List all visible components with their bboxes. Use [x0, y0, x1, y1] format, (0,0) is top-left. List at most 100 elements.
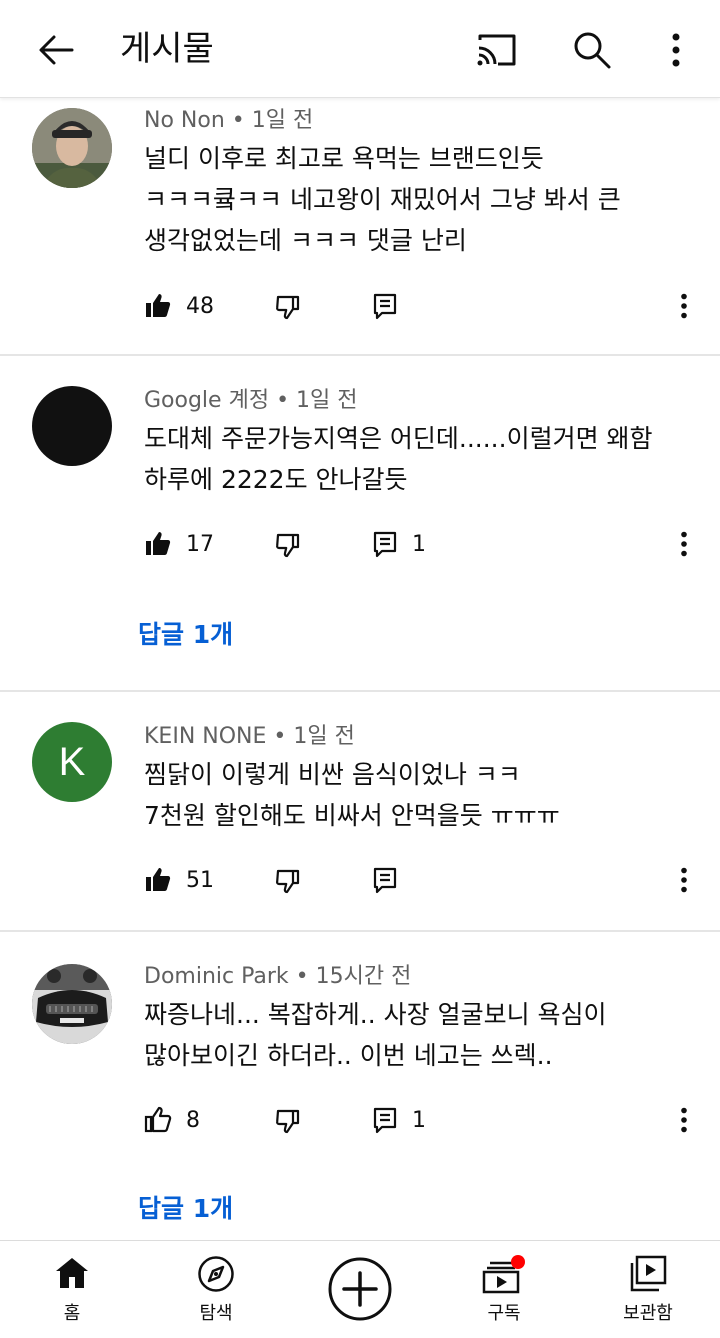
arrow-left-icon — [39, 35, 74, 65]
more-vert-icon — [681, 867, 687, 893]
meta-separator: • — [273, 724, 287, 749]
add-circle-icon — [328, 1257, 392, 1321]
reply-button[interactable] — [372, 286, 412, 326]
reply-count: 1 — [412, 1107, 426, 1133]
comment-meta: No Non • 1일 전 — [144, 106, 313, 136]
home-icon — [56, 1258, 88, 1288]
comment-item: Dominic Park • 15시간 전 짜증나네... 복잡하게.. 사장 … — [0, 932, 720, 1238]
author-name[interactable]: No Non — [144, 108, 225, 133]
avatar[interactable] — [32, 386, 112, 466]
thumbs-down-icon — [276, 533, 300, 558]
comment-more-button[interactable] — [670, 860, 698, 900]
comment-item: Google 계정 • 1일 전 도대체 주문가능지역은 어딘데......이럴… — [0, 356, 720, 692]
soldier-photo-icon — [32, 108, 112, 188]
avatar[interactable] — [32, 964, 112, 1044]
comment-meta: Google 계정 • 1일 전 — [144, 386, 358, 416]
comment-time: 15시간 전 — [315, 964, 412, 989]
dislike-button[interactable] — [274, 860, 302, 900]
reply-count: 1 — [412, 531, 426, 557]
comment-reply-icon — [373, 867, 397, 894]
comment-actions: 8 1 — [144, 1100, 704, 1140]
comment-reply-icon — [373, 293, 397, 320]
reply-button[interactable] — [372, 860, 412, 900]
compass-icon — [198, 1256, 234, 1292]
comment-text: 도대체 주문가능지역은 어딘데......이럴거면 왜함 하루에 2222도 안… — [144, 424, 653, 494]
nav-library[interactable]: 보관함 — [576, 1241, 720, 1338]
comment-actions: 17 1 — [144, 524, 704, 564]
comment-time: 1일 전 — [251, 108, 314, 133]
like-button[interactable]: 48 — [144, 286, 214, 326]
avatar[interactable] — [32, 108, 112, 188]
avatar-letter: K — [58, 739, 86, 784]
meta-separator: • — [276, 388, 290, 413]
comment-meta: Dominic Park • 15시간 전 — [144, 962, 411, 992]
nav-subscriptions[interactable]: 구독 — [432, 1241, 576, 1338]
thumbs-down-icon — [276, 295, 300, 320]
author-name[interactable]: KEIN NONE — [144, 724, 266, 749]
like-count: 17 — [186, 531, 214, 557]
more-vert-icon — [672, 33, 680, 67]
thumbs-down-icon — [276, 1109, 300, 1134]
reply-button[interactable]: 1 — [372, 1100, 426, 1140]
comment-more-button[interactable] — [670, 1100, 698, 1140]
thumbs-up-filled-icon — [146, 294, 171, 317]
thumbs-up-filled-icon — [146, 868, 171, 891]
view-replies-link[interactable]: 답글 1개 — [138, 1192, 233, 1226]
car-photo-icon — [32, 964, 112, 1044]
meta-separator: • — [295, 964, 309, 989]
nav-create[interactable] — [288, 1241, 432, 1338]
subscriptions-icon — [482, 1255, 525, 1294]
view-replies-link[interactable]: 답글 1개 — [138, 618, 233, 652]
nav-subscriptions-label: 구독 — [487, 1303, 521, 1324]
nav-home[interactable]: 홈 — [0, 1241, 144, 1338]
bottom-navigation: 홈 탐색 구독 보관함 — [0, 1240, 720, 1338]
author-name[interactable]: Google 계정 — [144, 388, 269, 413]
more-options-button[interactable] — [648, 22, 704, 78]
more-vert-icon — [681, 531, 687, 557]
dislike-button[interactable] — [274, 1100, 302, 1140]
back-button[interactable] — [28, 22, 84, 78]
library-icon — [630, 1255, 667, 1292]
comment-item: No Non • 1일 전 널디 이후로 최고로 욕먹는 브랜드인듯 ㅋㅋㅋ큨ㅋ… — [0, 98, 720, 356]
like-count: 8 — [186, 1107, 200, 1133]
comment-meta: KEIN NONE • 1일 전 — [144, 722, 355, 752]
comment-more-button[interactable] — [670, 286, 698, 326]
like-button[interactable]: 17 — [144, 524, 214, 564]
nav-home-label: 홈 — [63, 1303, 81, 1324]
comment-actions: 51 — [144, 860, 704, 900]
thumbs-up-filled-icon — [146, 532, 171, 555]
thumbs-down-icon — [276, 869, 300, 894]
page-title: 게시물 — [120, 29, 214, 69]
dislike-button[interactable] — [274, 286, 302, 326]
comment-time: 1일 전 — [293, 724, 355, 749]
meta-separator: • — [231, 108, 245, 133]
nav-explore[interactable]: 탐색 — [144, 1241, 288, 1338]
dislike-button[interactable] — [274, 524, 302, 564]
comment-time: 1일 전 — [296, 388, 358, 413]
nav-library-label: 보관함 — [623, 1303, 673, 1324]
like-count: 51 — [186, 867, 214, 893]
comment-text: 짜증나네... 복잡하게.. 사장 얼굴보니 욕심이 많아보이긴 하더라.. 이… — [144, 1000, 607, 1070]
comment-item: K KEIN NONE • 1일 전 찜닭이 이렇게 비싼 음식이었나 ㅋㅋ 7… — [0, 692, 720, 932]
cast-icon — [477, 34, 516, 66]
more-vert-icon — [681, 293, 687, 319]
like-count: 48 — [186, 293, 214, 319]
comment-text: 찜닭이 이렇게 비싼 음식이었나 ㅋㅋ 7천원 할인해도 비싸서 안먹을듯 ㅠㅠ… — [144, 760, 560, 830]
app-header: 게시물 — [0, 0, 720, 98]
like-button[interactable]: 8 — [144, 1100, 200, 1140]
cast-button[interactable] — [468, 22, 524, 78]
search-button[interactable] — [564, 22, 620, 78]
like-button[interactable]: 51 — [144, 860, 214, 900]
comment-text: 널디 이후로 최고로 욕먹는 브랜드인듯 ㅋㅋㅋ큨ㅋㅋ 네고왕이 재밌어서 그냥… — [144, 144, 621, 255]
comment-reply-icon — [373, 1107, 397, 1134]
nav-explore-label: 탐색 — [199, 1303, 233, 1324]
comment-reply-icon — [373, 531, 397, 558]
more-vert-icon — [681, 1107, 687, 1133]
author-name[interactable]: Dominic Park — [144, 964, 289, 989]
avatar[interactable]: K — [32, 722, 112, 802]
thumbs-up-icon — [144, 1106, 172, 1133]
comment-more-button[interactable] — [670, 524, 698, 564]
reply-button[interactable]: 1 — [372, 524, 426, 564]
search-icon — [574, 32, 611, 69]
comment-actions: 48 — [144, 286, 704, 326]
